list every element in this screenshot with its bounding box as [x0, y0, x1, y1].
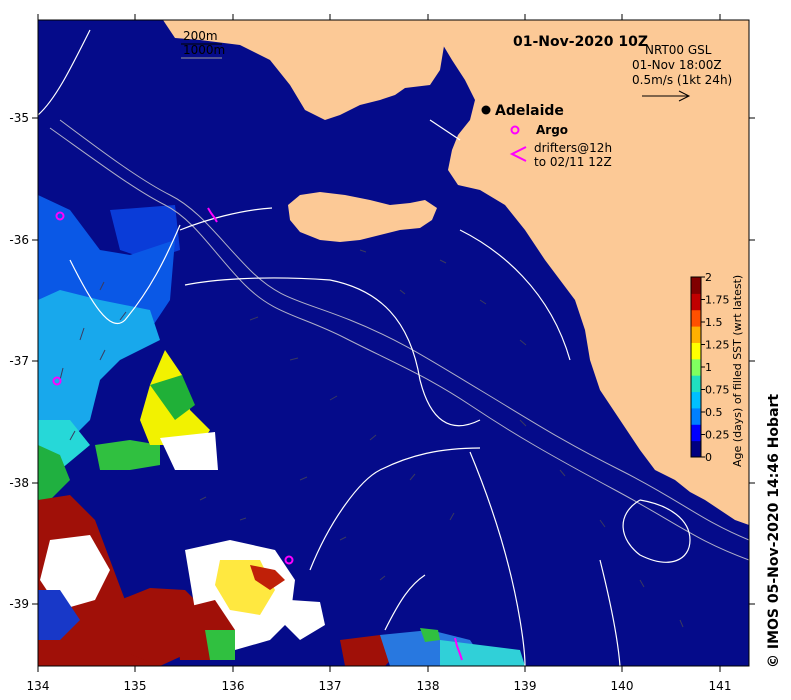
- colorbar-tick: 1.75: [705, 294, 730, 307]
- plot-area: [38, 20, 749, 666]
- y-tick-label: -35: [9, 111, 29, 125]
- x-tick-label: 137: [319, 679, 342, 693]
- y-tick-label: -39: [9, 597, 29, 611]
- y-tick-label: -38: [9, 476, 29, 490]
- drifters-legend-line2: to 02/11 12Z: [534, 155, 612, 169]
- colorbar-cell: [691, 407, 701, 425]
- x-tick-label: 136: [222, 679, 245, 693]
- current-source-label: NRT00 GSL: [645, 43, 712, 57]
- x-tick-label: 135: [124, 679, 147, 693]
- colorbar-cell: [691, 440, 701, 458]
- x-axis-labels: 134 135 136 137 138 139 140 141: [27, 679, 732, 693]
- contour-200m-label: 200m: [183, 29, 218, 43]
- colorbar-cell: [691, 309, 701, 327]
- y-axis-labels: -35 -36 -37 -38 -39: [9, 111, 29, 611]
- x-tick-label: 140: [611, 679, 634, 693]
- y-tick-label: -36: [9, 233, 29, 247]
- argo-legend-label: Argo: [536, 123, 568, 137]
- colorbar-tick: 1.5: [705, 316, 723, 329]
- colorbar-cell: [691, 391, 701, 409]
- drifters-legend-line1: drifters@12h: [534, 141, 612, 155]
- colorbar-cell: [691, 342, 701, 360]
- colorbar-cell: [691, 424, 701, 442]
- colorbar-tick: 0.75: [705, 384, 730, 397]
- colorbar-cell: [691, 375, 701, 393]
- map-title: 01-Nov-2020 10Z: [513, 34, 648, 50]
- colorbar-cell: [691, 358, 701, 376]
- colorbar-cell: [691, 293, 701, 311]
- credit-label: © IMOS 05-Nov-2020 14:46 Hobart: [766, 393, 782, 668]
- colorbar-cell: [691, 277, 701, 294]
- current-scale-label: 0.5m/s (1kt 24h): [632, 73, 732, 87]
- x-tick-label: 138: [417, 679, 440, 693]
- y-tick-label: -37: [9, 354, 29, 368]
- x-tick-label: 141: [709, 679, 732, 693]
- colorbar-tick: 0.25: [705, 429, 730, 442]
- contour-1000m-label: 1000m: [183, 43, 225, 57]
- x-tick-label: 139: [514, 679, 537, 693]
- colorbar-gradient: [691, 277, 701, 458]
- colorbar-label: Age (days) of filled SST (wrt latest): [731, 275, 744, 467]
- current-time-label: 01-Nov 18:00Z: [632, 58, 722, 72]
- x-tick-label: 134: [27, 679, 50, 693]
- city-dot-icon: [481, 105, 491, 115]
- colorbar-tick: 2: [705, 271, 712, 284]
- colorbar-tick: 0: [705, 451, 712, 464]
- colorbar-tick: 0.5: [705, 406, 723, 419]
- city-label: Adelaide: [495, 103, 564, 119]
- sst-age-map: 134 135 136 137 138 139 140 141 -35 -36 …: [9, 14, 755, 693]
- colorbar-cell: [691, 326, 701, 343]
- colorbar-tick: 1.25: [705, 339, 730, 352]
- colorbar-tick: 1: [705, 361, 712, 374]
